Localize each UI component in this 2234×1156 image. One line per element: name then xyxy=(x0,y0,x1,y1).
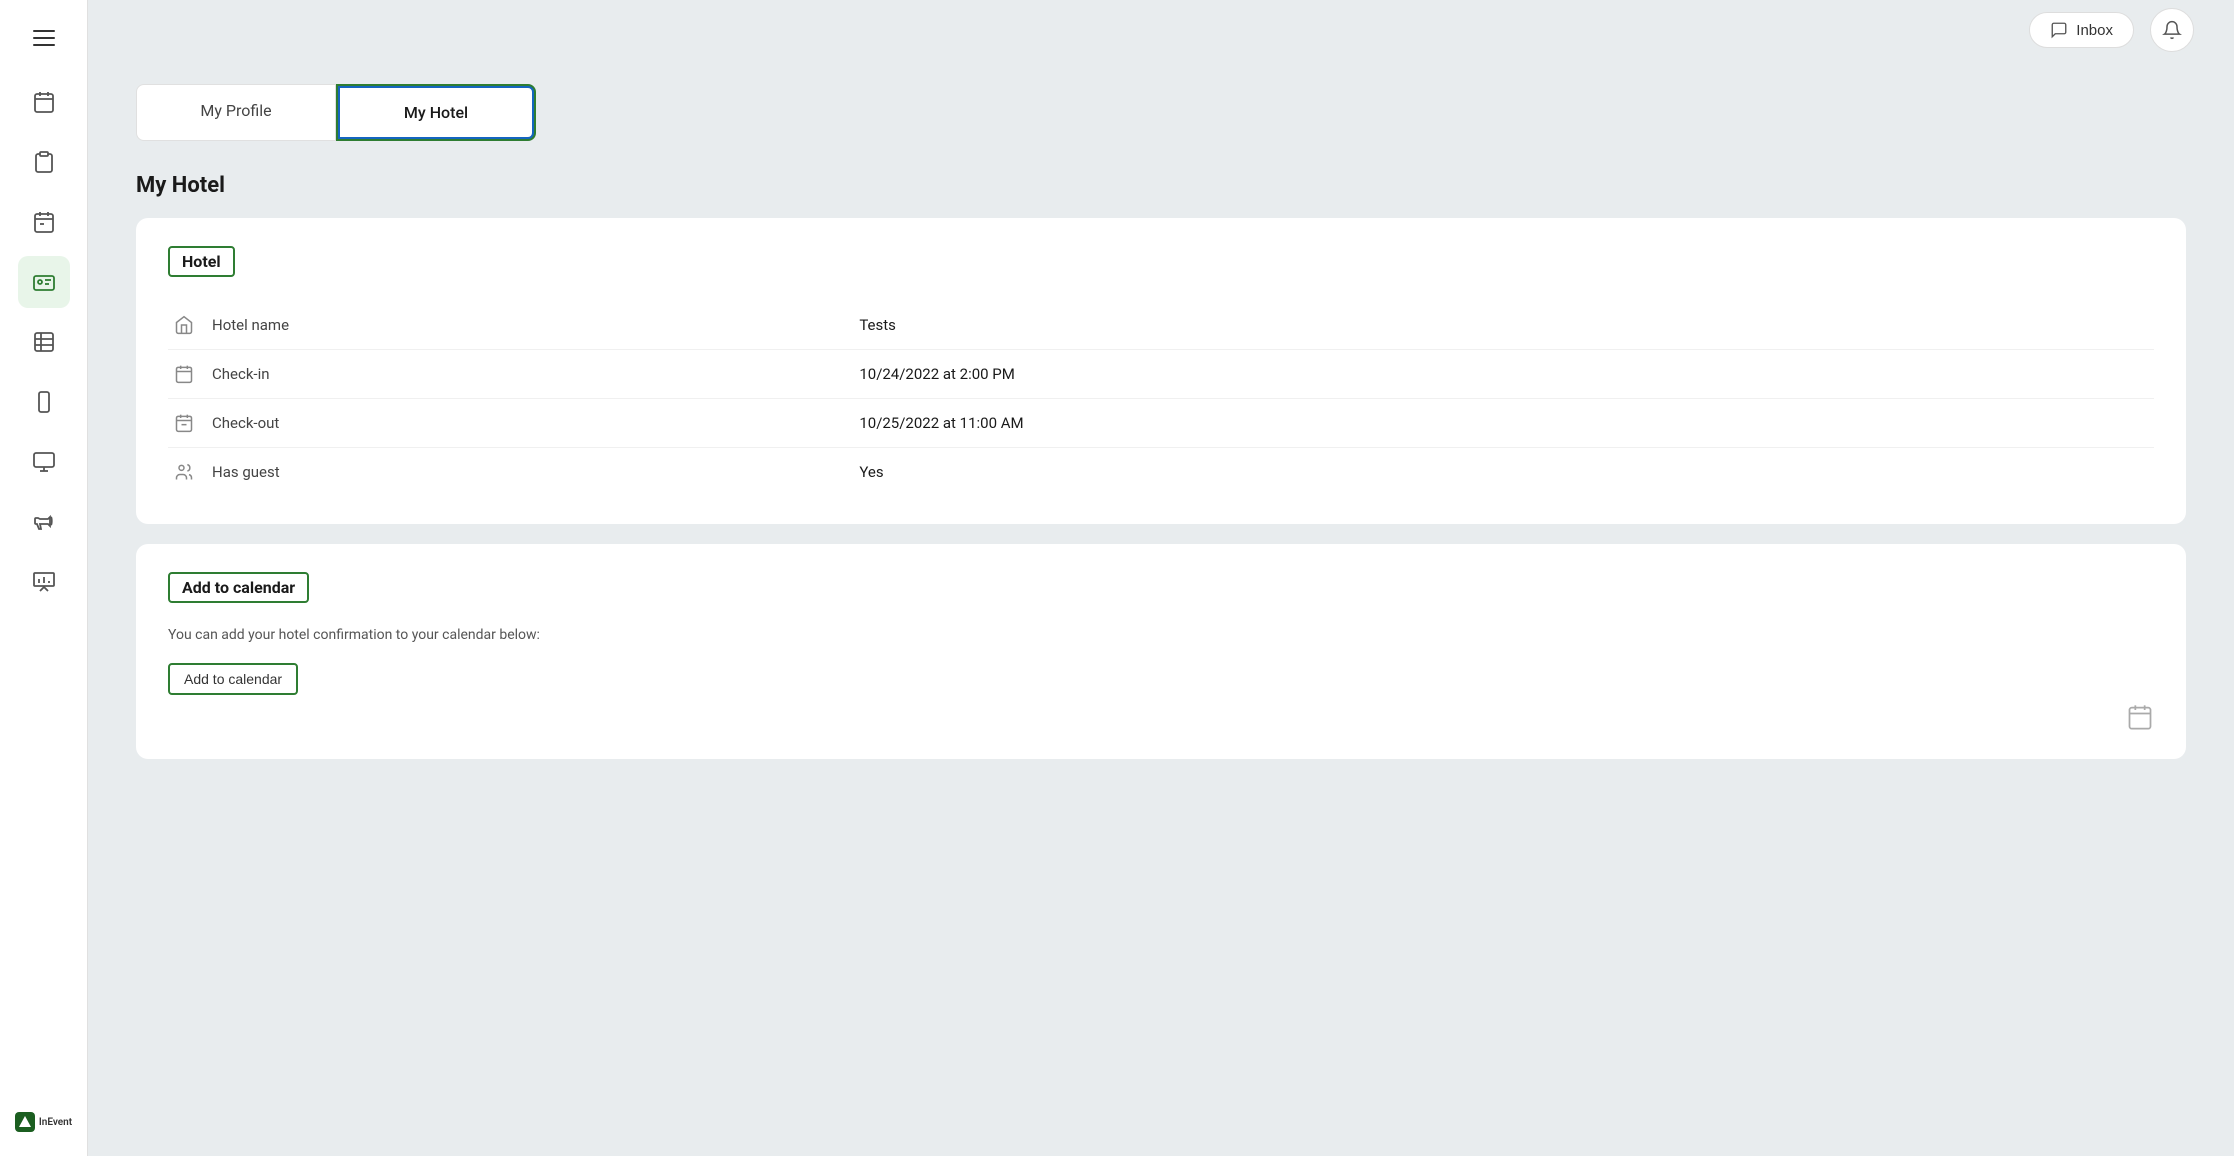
hotel-card: Hotel Hotel name Tests Check-in 10/24/20… xyxy=(136,218,2186,524)
has-guest-label: Has guest xyxy=(212,463,859,481)
sidebar-item-mobile[interactable] xyxy=(18,376,70,428)
sidebar-item-presentation[interactable] xyxy=(18,556,70,608)
checkout-value: 10/25/2022 at 11:00 AM xyxy=(859,414,2154,432)
calendar-alt-icon xyxy=(32,210,56,234)
sidebar-item-monitor[interactable] xyxy=(18,436,70,488)
checkout-label: Check-out xyxy=(212,414,859,432)
page-content: My Profile My Hotel My Hotel Hotel Hotel… xyxy=(88,60,2234,1156)
guest-icon xyxy=(168,462,200,482)
mobile-icon xyxy=(32,390,56,414)
calendar-icon-bottom xyxy=(168,703,2154,731)
checkin-label: Check-in xyxy=(212,365,859,383)
calendar-bottom-icon xyxy=(2126,703,2154,731)
checkin-row: Check-in 10/24/2022 at 2:00 PM xyxy=(168,350,2154,399)
clipboard-icon xyxy=(32,150,56,174)
presentation-icon xyxy=(32,570,56,594)
inevent-logo-text: InEvent xyxy=(39,1117,72,1128)
add-to-calendar-button[interactable]: Add to calendar xyxy=(168,663,298,695)
hotel-name-icon xyxy=(168,315,200,335)
inevent-logo: InEvent xyxy=(7,1104,80,1140)
sidebar-item-calendar-alt[interactable] xyxy=(18,196,70,248)
tab-my-profile[interactable]: My Profile xyxy=(136,84,336,141)
page-title: My Hotel xyxy=(136,173,2186,198)
hotel-name-label: Hotel name xyxy=(212,316,859,334)
sidebar-item-calendar[interactable] xyxy=(18,76,70,128)
add-to-calendar-card: Add to calendar You can add your hotel c… xyxy=(136,544,2186,759)
calendar-icon xyxy=(32,90,56,114)
sidebar: InEvent xyxy=(0,0,88,1156)
main-area: Inbox My Profile My Hotel My Hotel Hotel xyxy=(88,0,2234,1156)
hamburger-icon xyxy=(33,30,55,46)
checkin-icon xyxy=(168,364,200,384)
calendar-section-label: Add to calendar xyxy=(168,572,309,603)
megaphone-icon xyxy=(32,510,56,534)
tab-my-hotel[interactable]: My Hotel xyxy=(336,84,536,141)
sidebar-item-id-card[interactable] xyxy=(18,256,70,308)
header: Inbox xyxy=(88,0,2234,60)
sidebar-item-table[interactable] xyxy=(18,316,70,368)
checkout-icon xyxy=(168,413,200,433)
checkin-value: 10/24/2022 at 2:00 PM xyxy=(859,365,2154,383)
table-icon xyxy=(32,330,56,354)
id-card-icon xyxy=(32,270,56,294)
checkout-row: Check-out 10/25/2022 at 11:00 AM xyxy=(168,399,2154,448)
hotel-name-row: Hotel name Tests xyxy=(168,301,2154,350)
inevent-logo-icon xyxy=(18,1115,32,1129)
sidebar-item-megaphone[interactable] xyxy=(18,496,70,548)
calendar-description: You can add your hotel confirmation to y… xyxy=(168,627,2154,643)
bell-icon xyxy=(2162,20,2182,40)
hotel-name-value: Tests xyxy=(859,316,2154,334)
monitor-icon xyxy=(32,450,56,474)
tabs: My Profile My Hotel xyxy=(136,84,2186,141)
has-guest-value: Yes xyxy=(859,463,2154,481)
sidebar-item-clipboard[interactable] xyxy=(18,136,70,188)
hotel-section-label: Hotel xyxy=(168,246,235,277)
inbox-button[interactable]: Inbox xyxy=(2029,12,2134,48)
has-guest-row: Has guest Yes xyxy=(168,448,2154,496)
message-icon xyxy=(2050,21,2068,39)
hamburger-menu[interactable] xyxy=(22,16,66,60)
inbox-label: Inbox xyxy=(2076,22,2113,39)
notification-button[interactable] xyxy=(2150,8,2194,52)
